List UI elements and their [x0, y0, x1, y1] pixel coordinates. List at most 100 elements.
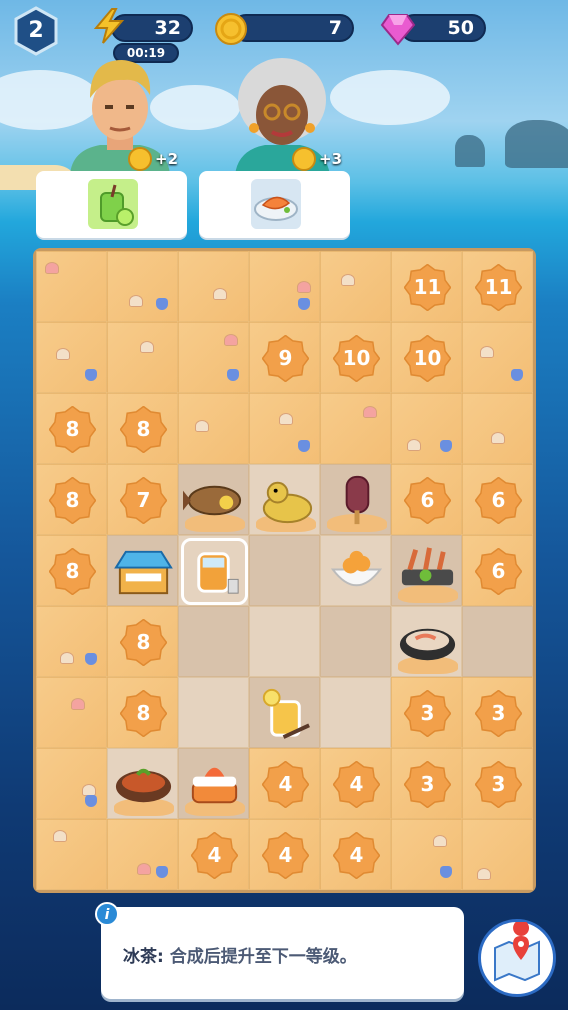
fish-market-stall-item[interactable] [112, 540, 175, 603]
board-cell[interactable] [249, 251, 320, 322]
seafood-stew-pot-item[interactable] [396, 611, 459, 674]
board-cell[interactable] [36, 606, 107, 677]
board-cell[interactable] [320, 677, 391, 748]
board-cell[interactable] [462, 819, 533, 890]
board-cell[interactable] [320, 251, 391, 322]
blue-shell-decoration [511, 369, 523, 381]
board-cell[interactable] [320, 535, 391, 606]
board-cell[interactable] [320, 393, 391, 464]
level-badge[interactable]: 2 [11, 6, 61, 56]
board-cell[interactable] [462, 322, 533, 393]
board-cell[interactable]: 9 [249, 322, 320, 393]
board-cell[interactable] [107, 251, 178, 322]
board-cell[interactable] [249, 677, 320, 748]
lock-level: 4 [278, 843, 293, 867]
board-cell[interactable]: 4 [320, 819, 391, 890]
board-cell[interactable]: 8 [36, 535, 107, 606]
fried-fish-item[interactable] [183, 469, 246, 532]
order-card-1[interactable] [36, 171, 187, 238]
board-cell[interactable] [36, 677, 107, 748]
locked-tile-badge: 11 [403, 263, 452, 312]
board-cell[interactable]: 10 [320, 322, 391, 393]
seashell-decoration [491, 432, 505, 444]
item-info-text: 冰茶: 合成后提升至下一等级。 [123, 942, 357, 967]
board-cell[interactable] [178, 464, 249, 535]
board-cell[interactable]: 6 [462, 464, 533, 535]
board-cell[interactable] [249, 535, 320, 606]
board-cell[interactable]: 4 [320, 748, 391, 819]
board-cell[interactable] [391, 819, 462, 890]
popsicle-icon [345, 475, 370, 525]
popsicle-item[interactable] [325, 469, 388, 532]
board-cell[interactable] [391, 535, 462, 606]
board-cell[interactable] [178, 535, 249, 606]
grilled-shrimp-item[interactable] [396, 540, 459, 603]
board-cell[interactable]: 8 [107, 393, 178, 464]
board-cell[interactable] [107, 322, 178, 393]
coin-counter[interactable]: 7 [232, 14, 354, 42]
locked-tile-badge: 8 [48, 476, 97, 525]
board-cell[interactable]: 4 [249, 819, 320, 890]
rubber-duck-float-item[interactable] [254, 469, 317, 532]
board-cell[interactable]: 4 [249, 748, 320, 819]
rubber-duck-float-icon [262, 481, 313, 524]
orange-bowl-item[interactable] [325, 540, 388, 603]
seashell-decoration [56, 348, 70, 360]
board-cell[interactable]: 3 [391, 748, 462, 819]
board-cell[interactable] [178, 251, 249, 322]
board-cell[interactable]: 3 [391, 677, 462, 748]
board-cell[interactable]: 10 [391, 322, 462, 393]
board-cell[interactable] [249, 606, 320, 677]
locked-tile-badge: 8 [119, 618, 168, 667]
board-cell[interactable]: 8 [107, 677, 178, 748]
board-cell[interactable]: 11 [391, 251, 462, 322]
board-cell[interactable] [320, 464, 391, 535]
map-icon [494, 920, 540, 982]
lock-level: 9 [278, 346, 293, 370]
blue-shell-decoration [440, 866, 452, 878]
map-button[interactable] [478, 919, 556, 997]
locked-tile-badge: 3 [403, 689, 452, 738]
locked-tile-badge: 10 [403, 334, 452, 383]
board-cell[interactable] [107, 748, 178, 819]
item-name: 冰茶: [123, 947, 164, 967]
board-cell[interactable] [249, 464, 320, 535]
gem-value: 50 [447, 17, 474, 39]
board-cell[interactable] [462, 606, 533, 677]
board-cell[interactable] [178, 606, 249, 677]
board-cell[interactable]: 8 [36, 464, 107, 535]
tomato-stew-pot-item[interactable] [112, 753, 175, 816]
board-cell[interactable]: 6 [462, 535, 533, 606]
board-cell[interactable] [107, 819, 178, 890]
board-cell[interactable] [320, 606, 391, 677]
board-cell[interactable] [36, 251, 107, 322]
board-cell[interactable] [178, 748, 249, 819]
board-cell[interactable]: 11 [462, 251, 533, 322]
board-cell[interactable] [391, 393, 462, 464]
board-cell[interactable] [107, 535, 178, 606]
board-cell[interactable]: 6 [391, 464, 462, 535]
board-cell[interactable] [178, 677, 249, 748]
board-cell[interactable] [36, 322, 107, 393]
board-cell[interactable] [36, 819, 107, 890]
board-cell[interactable] [178, 322, 249, 393]
board-cell[interactable]: 8 [107, 606, 178, 677]
board-cell[interactable] [178, 393, 249, 464]
board-cell[interactable]: 8 [36, 393, 107, 464]
board-cell[interactable]: 4 [178, 819, 249, 890]
order-card-2[interactable] [199, 171, 350, 238]
board-cell[interactable] [391, 606, 462, 677]
cloud [330, 70, 450, 125]
board-cell[interactable] [36, 748, 107, 819]
board-cell[interactable]: 3 [462, 748, 533, 819]
seashell-decoration [53, 830, 67, 842]
locked-tile-badge: 3 [474, 760, 523, 809]
lemonade-glass-item[interactable] [254, 682, 317, 745]
board-cell[interactable] [249, 393, 320, 464]
shrimp-cake-item[interactable] [183, 753, 246, 816]
board-cell[interactable]: 3 [462, 677, 533, 748]
locked-tile-badge: 7 [119, 476, 168, 525]
reward-value: +3 [319, 150, 343, 168]
board-cell[interactable]: 7 [107, 464, 178, 535]
board-cell[interactable] [462, 393, 533, 464]
